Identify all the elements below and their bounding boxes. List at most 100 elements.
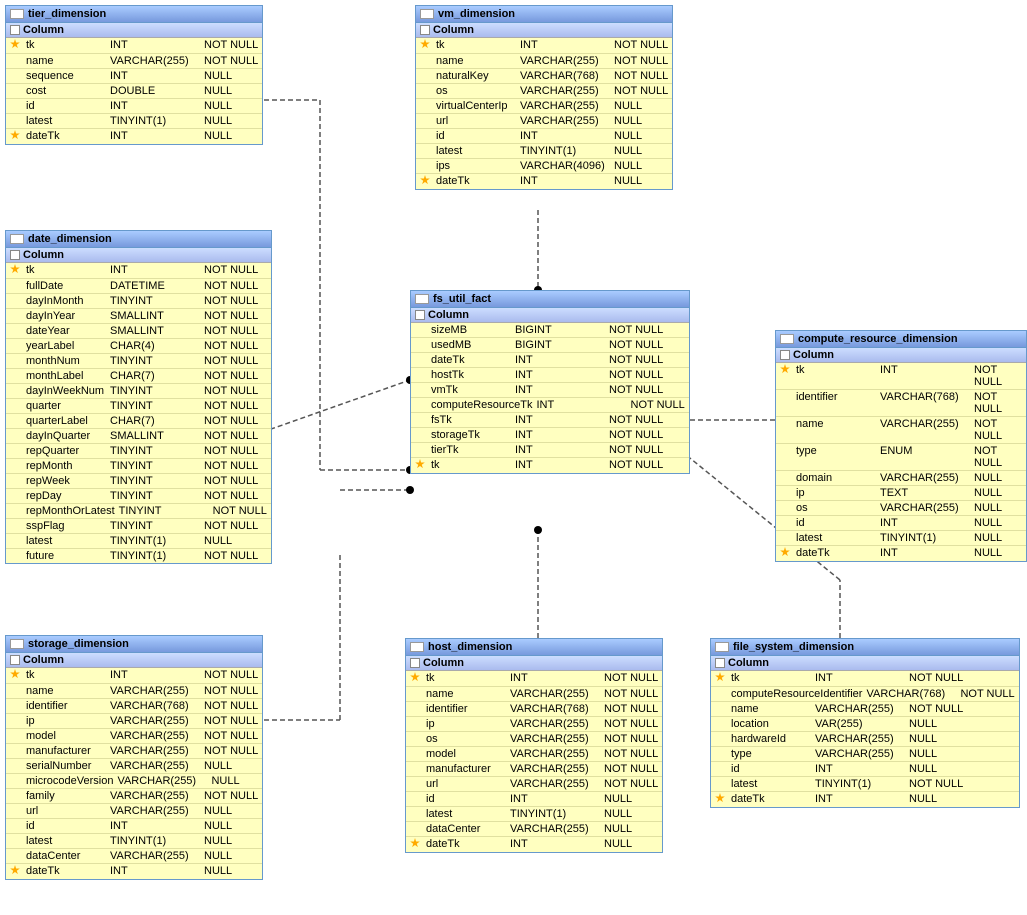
col-null: NOT NULL: [609, 354, 663, 366]
table-row: latestTINYINT(1)NULL: [6, 114, 262, 129]
pk-cell: [10, 475, 22, 487]
col-null: NOT NULL: [204, 700, 258, 712]
col-null: NOT NULL: [604, 718, 658, 730]
col-type: INT: [515, 369, 605, 381]
col-null: NULL: [204, 100, 232, 112]
col-type: VARCHAR(255): [510, 733, 600, 745]
col-type: INT: [515, 459, 605, 472]
col-type: SMALLINT: [110, 325, 200, 337]
pk-cell: [10, 550, 22, 562]
col-null: NULL: [604, 838, 632, 851]
table-row: locationVAR(255)NULL: [711, 717, 1019, 732]
table-icon: [715, 642, 729, 652]
table-row: fsTkINTNOT NULL: [411, 413, 689, 428]
col-type: INT: [510, 672, 600, 685]
col-null: NULL: [204, 820, 232, 832]
col-null: NOT NULL: [204, 475, 258, 487]
pk-cell: [415, 414, 427, 426]
col-name: tk: [796, 364, 876, 388]
col-name: ip: [26, 715, 106, 727]
col-type: TEXT: [880, 487, 970, 499]
pk-cell: [410, 763, 422, 775]
table-row: yearLabelCHAR(4)NOT NULL: [6, 339, 271, 354]
pk-cell: [420, 70, 432, 82]
pk-cell: [10, 355, 22, 367]
table-row: tkINTNOT NULL: [711, 671, 1019, 687]
table-name: vm_dimension: [438, 8, 515, 20]
col-null: NULL: [974, 517, 1002, 529]
col-name: dateTk: [436, 175, 516, 188]
pk-icon: [410, 672, 420, 682]
table-row: modelVARCHAR(255)NOT NULL: [6, 729, 262, 744]
pk-icon: [715, 793, 725, 803]
col-null: NOT NULL: [609, 324, 663, 336]
pk-cell: [415, 429, 427, 441]
table-row: tierTkINTNOT NULL: [411, 443, 689, 458]
col-name: ip: [796, 487, 876, 499]
col-type: INT: [880, 364, 970, 388]
pk-icon: [10, 669, 20, 679]
col-type: INT: [510, 838, 600, 851]
col-null: NOT NULL: [204, 520, 258, 532]
pk-cell: [420, 100, 432, 112]
col-name: name: [731, 703, 811, 715]
col-null: NULL: [204, 535, 232, 547]
col-null: NOT NULL: [204, 325, 258, 337]
col-type: VARCHAR(255): [510, 763, 600, 775]
pk-cell: [715, 748, 727, 760]
col-name: id: [426, 793, 506, 805]
table-row: monthLabelCHAR(7)NOT NULL: [6, 369, 271, 384]
table-row: vmTkINTNOT NULL: [411, 383, 689, 398]
col-type: CHAR(7): [110, 370, 200, 382]
col-null: NOT NULL: [614, 55, 668, 67]
column-icon: [420, 25, 430, 35]
col-name: quarterLabel: [26, 415, 106, 427]
col-null: NOT NULL: [204, 445, 258, 457]
col-null: NULL: [204, 70, 232, 82]
col-name: microcodeVersion: [26, 775, 113, 787]
col-type: TINYINT: [110, 460, 200, 472]
col-null: NULL: [204, 865, 232, 878]
col-type: DOUBLE: [110, 85, 200, 97]
col-null: NOT NULL: [204, 715, 258, 727]
col-type: SMALLINT: [110, 310, 200, 322]
col-null: NULL: [614, 100, 642, 112]
col-null: NOT NULL: [604, 672, 658, 685]
table-row: osVARCHAR(255)NOT NULL: [406, 732, 662, 747]
col-null: NOT NULL: [604, 748, 658, 760]
column-section: Column: [406, 656, 662, 671]
pk-cell: [10, 505, 22, 517]
table-row: ip TEXT NULL: [776, 486, 1026, 501]
column-label: Column: [793, 349, 834, 361]
col-name: repQuarter: [26, 445, 106, 457]
table-name: tier_dimension: [28, 8, 106, 20]
col-null: NOT NULL: [204, 385, 258, 397]
table-row: nameVARCHAR(255)NOT NULL: [406, 687, 662, 702]
col-type: VARCHAR(255): [880, 502, 970, 514]
col-null: NULL: [614, 175, 642, 188]
pk-icon: [420, 39, 430, 49]
table-row: quarterLabelCHAR(7)NOT NULL: [6, 414, 271, 429]
table-icon: [415, 294, 429, 304]
pk-cell: [10, 115, 22, 127]
table-name: storage_dimension: [28, 638, 129, 650]
pk-icon: [10, 264, 20, 274]
pk-cell: [10, 430, 22, 442]
col-type: VARCHAR(255): [815, 748, 905, 760]
col-type: TINYINT(1): [815, 778, 905, 790]
column-icon: [780, 350, 790, 360]
column-section: Column: [416, 23, 672, 38]
col-name: fsTk: [431, 414, 511, 426]
pk-cell: [10, 669, 22, 682]
pk-cell: [10, 55, 22, 67]
col-name: family: [26, 790, 106, 802]
col-name: hardwareId: [731, 733, 811, 745]
col-null: NULL: [974, 487, 1002, 499]
table-row: osVARCHAR(255)NOT NULL: [416, 84, 672, 99]
table-row: latestTINYINT(1)NULL: [6, 534, 271, 549]
col-name: location: [731, 718, 811, 730]
col-null: NOT NULL: [204, 39, 258, 52]
col-type: TINYINT: [119, 505, 209, 517]
col-name: tk: [731, 672, 811, 685]
table-row: dataCenterVARCHAR(255)NULL: [6, 849, 262, 864]
